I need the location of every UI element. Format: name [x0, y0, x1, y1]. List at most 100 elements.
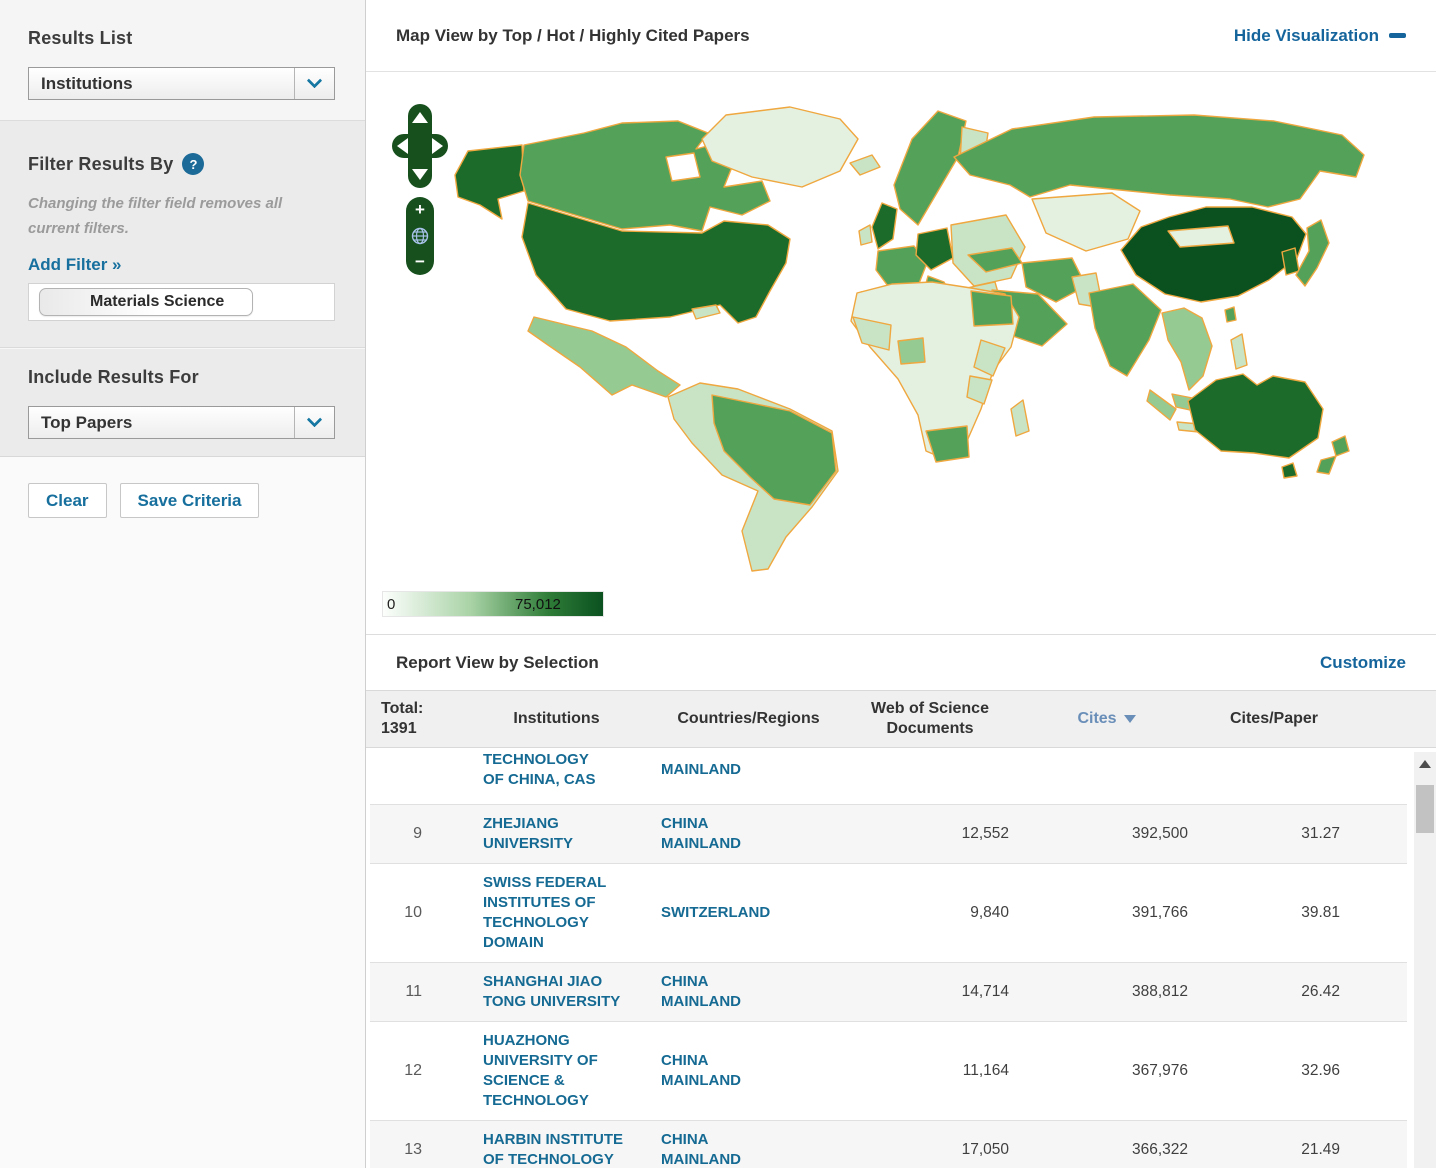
column-header-countries[interactable]: Countries/Regions [661, 709, 836, 729]
institution-cell: ZHEJIANG UNIVERSITY [452, 814, 661, 854]
table-row-partial: TECHNOLOGYOF CHINA, CAS MAINLAND [370, 748, 1407, 805]
country-iceland [850, 155, 880, 175]
globe-icon[interactable] [411, 227, 429, 245]
active-filters-box: Materials Science [28, 283, 335, 321]
institution-link[interactable]: HARBIN INSTITUTE OF TECHNOLOGY [483, 1130, 638, 1168]
country-cell: MAINLAND [661, 760, 836, 780]
report-view-title: Report View by Selection [396, 653, 599, 673]
rank-cell: 11 [370, 983, 452, 1001]
country-egypt [971, 291, 1013, 326]
institution-link[interactable]: HUAZHONG UNIVERSITY OF SCIENCE & TECHNOL… [483, 1031, 638, 1111]
hide-visualization-link[interactable]: Hide Visualization [1234, 26, 1406, 46]
table-row: 13 HARBIN INSTITUTE OF TECHNOLOGY CHINA … [370, 1121, 1407, 1168]
cites-cell: 391,766 [1024, 904, 1189, 922]
dropdown-chevron-button[interactable] [294, 68, 334, 99]
institution-cell: HUAZHONG UNIVERSITY OF SCIENCE & TECHNOL… [452, 1031, 661, 1111]
pan-down-icon[interactable] [412, 169, 428, 180]
hudson-bay [666, 153, 700, 181]
institution-link[interactable]: SHANGHAI JIAO TONG UNIVERSITY [483, 972, 638, 1012]
column-header-institutions[interactable]: Institutions [452, 709, 661, 729]
island-tasmania [1282, 463, 1297, 478]
southeast-asia [1162, 308, 1212, 390]
map-header: Map View by Top / Hot / Highly Cited Pap… [366, 0, 1436, 72]
country-india [1089, 284, 1161, 376]
scrollbar-thumb[interactable] [1416, 785, 1434, 833]
chevron-down-icon [307, 412, 323, 428]
country-uk [872, 203, 897, 249]
dropdown-chevron-button[interactable] [294, 407, 334, 438]
include-results-section: Include Results For Top Papers [0, 348, 365, 456]
country-alaska [455, 145, 524, 219]
rank-cell: 12 [370, 1062, 452, 1080]
country-philippines [1231, 334, 1247, 369]
cites-cell: 367,976 [1024, 1062, 1189, 1080]
map-title: Map View by Top / Hot / Highly Cited Pap… [396, 26, 750, 46]
docs-cell: 12,552 [836, 825, 1024, 843]
country-link[interactable]: CHINA MAINLAND [661, 972, 791, 1012]
country-china [1121, 207, 1306, 302]
table-row: 10 SWISS FEDERAL INSTITUTES OF TECHNOLOG… [370, 864, 1407, 963]
zoom-out-button[interactable]: − [415, 253, 425, 271]
country-russia [954, 115, 1364, 207]
institution-cell: SWISS FEDERAL INSTITUTES OF TECHNOLOGY D… [452, 873, 661, 953]
country-south-africa [926, 426, 969, 462]
country-scandinavia [894, 111, 966, 225]
country-nigeria [898, 338, 925, 364]
filter-tag-materials-science[interactable]: Materials Science [39, 288, 253, 316]
country-link[interactable]: CHINA MAINLAND [661, 1051, 791, 1091]
table-row: 9 ZHEJIANG UNIVERSITY CHINA MAINLAND 12,… [370, 805, 1407, 864]
results-list-selected-value: Institutions [29, 74, 294, 94]
country-cell: CHINA MAINLAND [661, 814, 836, 854]
zoom-in-button[interactable]: + [415, 201, 425, 219]
minus-icon [1389, 33, 1406, 38]
choropleth-map-svg[interactable] [370, 79, 1430, 579]
country-link[interactable]: SWITZERLAND [661, 903, 791, 923]
country-cell: CHINA MAINLAND [661, 1051, 836, 1091]
results-list-heading: Results List [28, 28, 337, 49]
map-legend: 0 75,012 [382, 591, 604, 617]
country-link[interactable]: CHINA MAINLAND [661, 1130, 791, 1168]
institution-link[interactable]: ZHEJIANG UNIVERSITY [483, 814, 638, 854]
island-madagascar [1011, 400, 1029, 436]
legend-min-value: 0 [387, 596, 395, 613]
institution-link[interactable]: SWISS FEDERAL INSTITUTES OF TECHNOLOGY D… [483, 873, 638, 953]
help-icon[interactable]: ? [182, 153, 204, 175]
report-view-bar: Report View by Selection Customize [366, 635, 1436, 690]
add-filter-link[interactable]: Add Filter » [28, 255, 122, 275]
pan-right-icon[interactable] [432, 138, 443, 154]
map-pan-control[interactable] [392, 104, 448, 188]
country-new-zealand [1317, 436, 1349, 474]
cites-cell: 388,812 [1024, 983, 1189, 1001]
country-ireland [859, 225, 872, 245]
clear-button[interactable]: Clear [28, 483, 107, 518]
scrollbar-up-button[interactable] [1414, 752, 1436, 776]
cites-per-paper-cell: 39.81 [1189, 904, 1359, 922]
customize-link[interactable]: Customize [1320, 653, 1406, 673]
country-kazakhstan [1032, 193, 1140, 251]
pan-up-icon[interactable] [412, 112, 428, 123]
rank-cell: 9 [370, 825, 452, 843]
legend-max-value: 75,012 [515, 596, 561, 613]
save-criteria-button[interactable]: Save Criteria [120, 483, 260, 518]
country-link[interactable]: MAINLAND [661, 760, 791, 780]
cites-per-paper-cell: 32.96 [1189, 1062, 1359, 1080]
table-scroll-viewport[interactable]: TECHNOLOGYOF CHINA, CAS MAINLAND 9 ZHEJI… [366, 748, 1407, 1168]
docs-cell: 14,714 [836, 983, 1024, 1001]
country-link[interactable]: CHINA MAINLAND [661, 814, 791, 854]
country-australia [1188, 374, 1323, 458]
country-brazil [712, 395, 836, 505]
column-header-cites-per-paper[interactable]: Cites/Paper [1189, 709, 1359, 729]
filter-note: Changing the filter field removes all cu… [28, 191, 323, 241]
column-header-cites-sorted[interactable]: Cites [1024, 709, 1189, 729]
docs-cell: 9,840 [836, 904, 1024, 922]
country-cell: SWITZERLAND [661, 903, 836, 923]
results-list-dropdown[interactable]: Institutions [28, 67, 335, 100]
map-zoom-control[interactable]: + − [406, 197, 434, 275]
include-results-dropdown[interactable]: Top Papers [28, 406, 335, 439]
docs-cell: 11,164 [836, 1062, 1024, 1080]
institution-link[interactable]: TECHNOLOGYOF CHINA, CAS [483, 750, 638, 790]
table-row: 11 SHANGHAI JIAO TONG UNIVERSITY CHINA M… [370, 963, 1407, 1022]
column-header-wos-documents[interactable]: Web of Science Documents [836, 699, 1024, 739]
pan-left-icon[interactable] [397, 138, 408, 154]
table-scrollbar[interactable] [1414, 752, 1436, 1168]
